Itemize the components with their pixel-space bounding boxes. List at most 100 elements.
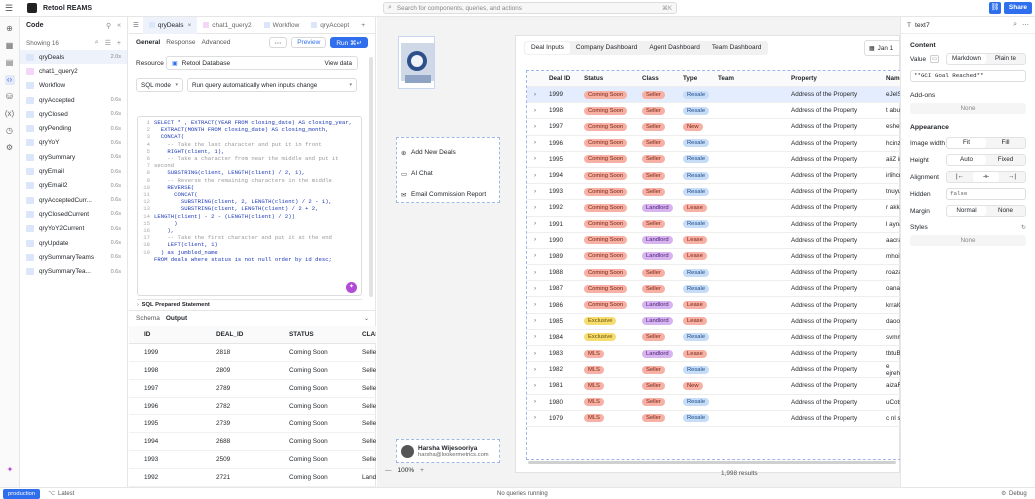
variables-icon[interactable]: (x) <box>5 109 15 119</box>
deals-table-row[interactable]: › 1997 Coming Soon Seller New Address of the … <box>527 119 905 136</box>
more-icon[interactable]: ⋯ <box>1022 21 1029 29</box>
code-editor[interactable]: 1 2 3 4 5 6 7 8 9 10 11 12 13 14 15 16 17 18 19 SELECT * ,… <box>137 116 362 296</box>
deals-table-row[interactable]: › 1984 Exclusive Seller Resale Address of the… <box>527 330 905 346</box>
query-item[interactable]: qryAccepted 0.6s <box>20 93 127 107</box>
editor-tab[interactable]: Workflow <box>258 17 306 34</box>
zoom-control[interactable]: — 100% + <box>385 464 424 476</box>
tab-output[interactable]: Output <box>166 315 187 322</box>
zoom-in-icon[interactable]: + <box>420 467 424 474</box>
bug-icon[interactable]: ⚙ <box>1001 490 1006 497</box>
chevron-down-icon[interactable]: ⌄ <box>364 315 369 322</box>
query-item[interactable]: qryPending 0.6s <box>20 121 127 135</box>
expand-row-icon[interactable]: › <box>534 334 536 340</box>
link-icon[interactable]: ⛓ <box>988 2 1001 14</box>
expand-row-icon[interactable]: › <box>534 253 536 259</box>
margin-none[interactable]: None <box>986 206 1025 216</box>
sidebar-toggle-icon[interactable]: ☰ <box>129 17 143 34</box>
date-picker[interactable]: ▦ Jan 1 <box>864 40 904 56</box>
width-fit[interactable]: Fit <box>947 138 986 148</box>
collapse-icon[interactable]: « <box>117 22 121 29</box>
expand-row-icon[interactable]: › <box>534 286 536 292</box>
output-column-header[interactable]: CLAS <box>362 331 376 338</box>
deals-column-header[interactable]: Class <box>642 75 659 82</box>
dashboard-tab[interactable]: Deal Inputs <box>525 42 570 54</box>
deals-column-header[interactable]: Team <box>718 75 734 82</box>
ai-assist-icon[interactable]: ✦ <box>346 282 357 293</box>
zoom-out-icon[interactable]: — <box>385 467 392 474</box>
align-center-icon[interactable]: ⟛ <box>973 172 999 182</box>
deals-table-row[interactable]: › 1993 Coming Soon Seller Resale Address of t… <box>527 184 905 201</box>
query-item[interactable]: qrySummary 0.6s <box>20 150 127 164</box>
dashboard-tab[interactable]: Agent Dashboard <box>643 42 706 54</box>
code-icon[interactable]: ‹› <box>4 75 15 85</box>
format-plain[interactable]: Plain te <box>986 54 1025 64</box>
expand-row-icon[interactable]: › <box>534 92 536 98</box>
align-right-icon[interactable]: →| <box>999 172 1025 182</box>
format-toggle[interactable]: Markdown Plain te <box>946 53 1026 65</box>
more-icon[interactable]: ⋯ <box>268 37 288 48</box>
trigger-select[interactable]: Run query automatically when inputs chan… <box>187 78 357 92</box>
deals-table-row[interactable]: › 1982 MLS Seller Resale Address of the Prope… <box>527 362 905 379</box>
deals-table-row[interactable]: › 1990 Coming Soon Landlord Lease Address of … <box>527 233 905 249</box>
deals-table-row[interactable]: › 1992 Coming Soon Landlord Lease Address of … <box>527 200 905 217</box>
app-title[interactable]: Retool REAMS <box>43 5 92 12</box>
margin-normal[interactable]: Normal <box>947 206 986 216</box>
expand-row-icon[interactable]: › <box>534 156 536 162</box>
expand-row-icon[interactable]: › <box>534 221 536 227</box>
expand-row-icon[interactable]: › <box>534 415 536 421</box>
run-button[interactable]: Run ⌘↵ <box>330 37 368 48</box>
tab-advanced[interactable]: Advanced <box>202 39 231 46</box>
value-input[interactable]: **GCI Goal Reached** <box>910 70 1026 82</box>
deals-table-row[interactable]: › 1996 Coming Soon Seller Resale Address of t… <box>527 136 905 152</box>
expand-row-icon[interactable]: › <box>534 124 536 130</box>
deals-table-row[interactable]: › 1994 Coming Soon Seller Resale Address of t… <box>527 168 905 185</box>
deals-table-row[interactable]: › 1991 Coming Soon Seller Resale Address of t… <box>527 217 905 233</box>
deals-table-row[interactable]: › 1988 Coming Soon Seller Resale Address of t… <box>527 265 905 282</box>
deals-table-row[interactable]: › 1979 MLS Seller Resale Address of the Prope… <box>527 411 905 427</box>
query-item[interactable]: qryClosedCurrent 0.6s <box>20 207 127 221</box>
query-item[interactable]: qryClosed 0.6s <box>20 107 127 121</box>
expand-row-icon[interactable]: › <box>534 351 536 357</box>
query-item[interactable]: qrySummaryTeams 0.6s <box>20 250 127 264</box>
resource-select[interactable]: ▣ Retool Database View data <box>166 56 358 70</box>
editor-tab[interactable]: qryDeals × <box>142 16 198 34</box>
deals-table-row[interactable]: › 1981 MLS Seller New Address of the Property… <box>527 378 905 395</box>
image-width-toggle[interactable]: Fit Fill <box>946 137 1026 149</box>
expand-row-icon[interactable]: › <box>534 383 536 389</box>
nav-item[interactable]: ✉ Email Commission Report <box>401 184 495 205</box>
height-fixed[interactable]: Fixed <box>986 155 1025 165</box>
format-markdown[interactable]: Markdown <box>947 54 986 64</box>
deals-table-row[interactable]: › 1980 MLS Seller Resale Address of the Prope… <box>527 395 905 411</box>
deals-table-row[interactable]: › 1987 Coming Soon Seller Resale Address of t… <box>527 281 905 298</box>
deals-column-header[interactable]: Property <box>791 75 817 82</box>
deals-table-row[interactable]: › 1989 Coming Soon Landlord Lease Address of … <box>527 249 905 266</box>
query-item[interactable]: qryUpdate 0.6s <box>20 236 127 250</box>
pages-icon[interactable]: ▤ <box>5 58 15 68</box>
tab-general[interactable]: General <box>136 39 160 46</box>
editor-tab[interactable]: chat1_query2 <box>197 17 257 34</box>
expand-row-icon[interactable]: › <box>534 189 536 195</box>
query-item[interactable]: qryYoY2Current 0.6s <box>20 222 127 236</box>
query-item[interactable]: qryEmail 0.6s <box>20 164 127 178</box>
expand-row-icon[interactable]: › <box>534 205 536 211</box>
deals-column-header[interactable]: Status <box>584 75 603 82</box>
editor-scrollbar[interactable] <box>369 57 373 297</box>
expand-row-icon[interactable]: › <box>534 302 536 308</box>
deals-table-row[interactable]: › 1983 MLS Landlord Lease Address of the Prop… <box>527 346 905 363</box>
pin-icon[interactable]: ⚲ <box>106 22 111 30</box>
tab-response[interactable]: Response <box>166 39 195 46</box>
user-card[interactable]: Harsha Wijesooriya harsha@lookermetrics.… <box>396 439 500 463</box>
search-icon[interactable]: ⌕ <box>95 39 99 47</box>
expand-row-icon[interactable]: › <box>534 318 536 324</box>
query-item[interactable]: qryYoY 0.6s <box>20 136 127 150</box>
add-tab-icon[interactable]: + <box>355 17 371 34</box>
margin-toggle[interactable]: Normal None <box>946 205 1026 217</box>
deals-column-header[interactable]: Type <box>683 75 697 82</box>
expand-row-icon[interactable]: › <box>534 108 536 114</box>
components-icon[interactable]: ▦ <box>5 41 15 51</box>
deals-table-row[interactable]: › 1985 Exclusive Landlord Lease Address of th… <box>527 314 905 330</box>
dashboard-tab[interactable]: Company Dashboard <box>570 42 643 54</box>
settings-icon[interactable]: ⚙ <box>5 143 15 153</box>
query-item[interactable]: qryDeals 2.0s <box>20 50 127 65</box>
view-data-link[interactable]: View data <box>324 60 352 67</box>
